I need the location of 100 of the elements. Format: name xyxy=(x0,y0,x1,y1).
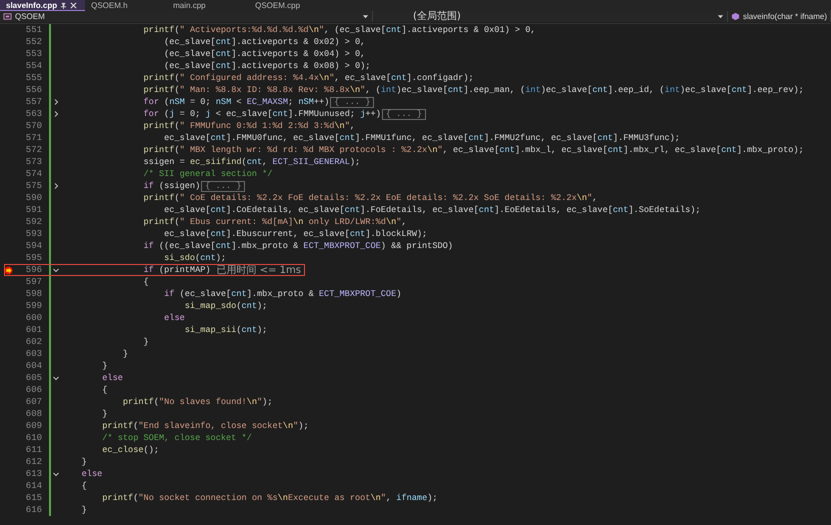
code-line: ec_slave[cnt].Ebuscurrent, ec_slave[cnt].blockLRW); xyxy=(163,228,428,240)
line-number: 574 xyxy=(24,168,42,180)
code-line: { xyxy=(142,276,149,288)
collapsed-region[interactable]: { ... } xyxy=(382,108,426,120)
line-number: 592 xyxy=(24,216,42,228)
code-line: printf("End slaveinfo, close socket\n"); xyxy=(101,420,309,432)
code-line: for (nSM = 0; nSM < EC_MAXSM; nSM++) xyxy=(142,96,330,108)
code-line: printf(" Man: %8.8x ID: %8.8x Rev: %8.8x\n", (int)ec_slave[cnt].eep_man, (int)ec_slave[cnt].eep_id, (int)ec_slave[cnt].eep_rev); xyxy=(142,84,804,96)
line-number: 614 xyxy=(24,480,42,492)
file-tab[interactable]: main.cpp xyxy=(167,0,250,11)
code-line: { xyxy=(101,384,108,396)
file-tab[interactable]: QSOEM.h xyxy=(85,0,168,11)
code-line: ec_close(); xyxy=(101,444,159,456)
line-number: 572 xyxy=(24,144,42,156)
code-line: } xyxy=(142,336,149,348)
chevron-right-icon[interactable] xyxy=(52,182,60,190)
line-number: 571 xyxy=(24,132,42,144)
chevron-down-icon[interactable] xyxy=(52,374,60,382)
line-number: 612 xyxy=(24,456,42,468)
line-number: 611 xyxy=(24,444,42,456)
code-line: si_map_sii(cnt); xyxy=(184,324,268,336)
code-line: ec_slave[cnt].CoEdetails, ec_slave[cnt].FoEdetails, ec_slave[cnt].EoEdetails, ec_slave[cnt].SoEdetails); xyxy=(163,204,701,216)
code-line: (ec_slave[cnt].activeports & 0x02) > 0, xyxy=(163,36,366,48)
line-number: 598 xyxy=(24,288,42,300)
line-number: 608 xyxy=(24,408,42,420)
file-tab[interactable]: QSOEM.cpp xyxy=(249,0,332,11)
code-line: } xyxy=(101,408,108,420)
line-number: 613 xyxy=(24,468,42,480)
code-line: } xyxy=(80,504,87,516)
code-line: } xyxy=(122,348,128,360)
breakpoint-icon[interactable] xyxy=(4,266,13,274)
code-line: printf("No slaves found!\n"); xyxy=(122,396,272,408)
chevron-down-icon[interactable] xyxy=(52,266,60,274)
code-line: /* stop SOEM, close socket */ xyxy=(101,432,252,444)
line-number: 591 xyxy=(24,204,42,216)
code-line: si_sdo(cnt); xyxy=(163,252,226,264)
collapsed-region[interactable]: { ... } xyxy=(201,180,246,192)
code-line: { xyxy=(80,480,87,492)
line-number: 616 xyxy=(24,504,42,516)
line-number: 603 xyxy=(24,348,42,360)
line-number: 606 xyxy=(24,384,42,396)
line-number: 555 xyxy=(24,72,42,84)
code-line: ec_slave[cnt].FMMU0func, ec_slave[cnt].FMMU1func, ec_slave[cnt].FMMU2func, ec_slave[cnt].FMMU3func); xyxy=(163,132,680,144)
line-number: 570 xyxy=(24,120,42,132)
line-number: 553 xyxy=(24,48,42,60)
line-number: 554 xyxy=(24,60,42,72)
line-number: 590 xyxy=(24,192,42,204)
project-dropdown[interactable]: QSOEM xyxy=(0,11,373,22)
code-line: } xyxy=(80,456,87,468)
member-dropdown[interactable]: slaveinfo(char * ifname) xyxy=(728,11,831,22)
code-line: printf(" Ebus current: %d[mA]\n only LRD/LWR:%d\n", xyxy=(142,216,407,228)
line-number: 552 xyxy=(24,36,42,48)
line-number: 594 xyxy=(24,240,42,252)
caret-icon xyxy=(362,13,369,20)
line-number: 605 xyxy=(24,372,42,384)
elapsed-time-hint: 已用时间 <= 1ms xyxy=(216,264,301,276)
line-number: 551 xyxy=(24,24,42,36)
line-number: 604 xyxy=(24,360,42,372)
pin-icon[interactable] xyxy=(60,2,68,8)
line-number: 610 xyxy=(24,432,42,444)
code-line: for (j = 0; j < ec_slave[cnt].FMMUunused; j++) xyxy=(142,108,381,120)
scope-dropdown[interactable]: (全局范围) xyxy=(373,11,728,22)
code-line: printf(" Activeports:%d.%d.%d.%d\n", (ec_slave[cnt].activeports & 0x01) > 0, xyxy=(142,24,536,36)
code-line: if (ec_slave[cnt].mbx_proto & ECT_MBXPROT_COE) xyxy=(163,288,402,300)
line-number: 596 xyxy=(24,264,42,276)
code-line: if ((ec_slave[cnt].mbx_proto & ECT_MBXPROT_COE) && printSDO) xyxy=(142,240,453,252)
code-line: else xyxy=(163,312,185,324)
code-line: /* SII general section */ xyxy=(142,168,272,180)
code-line: else xyxy=(80,468,102,480)
code-line: if (ssigen) xyxy=(142,180,200,192)
code-line: printf(" Configured address: %4.4x\n", ec_slave[cnt].configadr); xyxy=(142,72,474,84)
file-tab[interactable]: slaveInfo.cpp xyxy=(0,0,86,11)
line-number: 609 xyxy=(24,420,42,432)
code-line: else xyxy=(101,372,123,384)
line-number: 593 xyxy=(24,228,42,240)
line-number: 602 xyxy=(24,336,42,348)
project-icon xyxy=(3,12,12,21)
chevron-right-icon[interactable] xyxy=(52,110,60,118)
code-line: } xyxy=(101,360,108,372)
line-number: 575 xyxy=(24,180,42,192)
chevron-right-icon[interactable] xyxy=(52,98,60,106)
chevron-down-icon[interactable] xyxy=(52,470,60,478)
collapsed-region[interactable]: { ... } xyxy=(330,96,374,108)
line-number: 595 xyxy=(24,252,42,264)
line-number: 615 xyxy=(24,492,42,504)
code-line: if (printMAP) xyxy=(142,264,211,276)
line-number: 607 xyxy=(24,396,42,408)
code-line: printf(" MBX length wr: %d rd: %d MBX protocols : %2.2x\n", ec_slave[cnt].mbx_l, ec_slave[cnt].mbx_rl, ec_slave[cnt].mbx_proto); xyxy=(142,144,804,156)
line-number: 573 xyxy=(24,156,42,168)
line-number: 600 xyxy=(24,312,42,324)
line-number: 563 xyxy=(24,108,42,120)
close-icon[interactable] xyxy=(70,2,78,8)
line-number: 597 xyxy=(24,276,42,288)
line-number: 556 xyxy=(24,84,42,96)
caret-icon xyxy=(716,13,724,20)
line-number: 557 xyxy=(24,96,42,108)
line-number: 599 xyxy=(24,300,42,312)
code-line: printf(" FMMUfunc 0:%d 1:%d 2:%d 3:%d\n", xyxy=(142,120,356,132)
code-line: si_map_sdo(cnt); xyxy=(184,300,268,312)
code-line: printf("No socket connection on %s\nExcecute as root\n", ifname); xyxy=(101,492,438,504)
